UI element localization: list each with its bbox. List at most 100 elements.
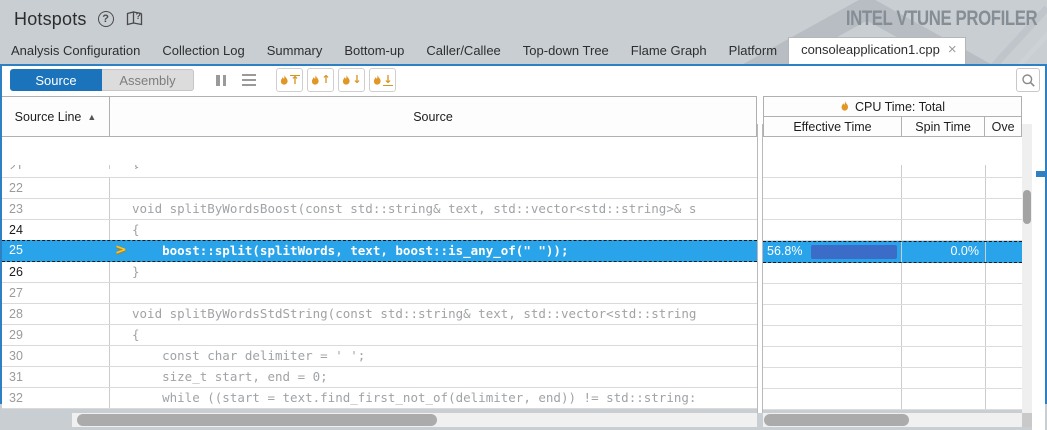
assembly-view-button[interactable]: Assembly (102, 69, 194, 91)
line-number: 32 (2, 388, 110, 408)
overhead-time-cell (986, 368, 1022, 388)
cpu-time-row[interactable] (763, 368, 1022, 389)
overhead-time-cell (986, 347, 1022, 367)
cpu-time-row[interactable] (763, 263, 1022, 284)
result-tab-bar: Analysis ConfigurationCollection LogSumm… (0, 38, 1047, 64)
guide-book-icon[interactable]: ? (125, 10, 144, 28)
list-options-icon[interactable] (242, 74, 256, 87)
flame-icon (310, 74, 321, 87)
effective-time-cell (763, 389, 902, 409)
table-row[interactable]: 22 (2, 178, 757, 199)
tab-collection-log[interactable]: Collection Log (151, 38, 255, 64)
source-code-cell: } (110, 165, 757, 169)
table-row[interactable]: 24{ (2, 220, 757, 240)
source-horizontal-scrollbar[interactable] (72, 413, 757, 427)
tab-caller-callee[interactable]: Caller/Callee (415, 38, 511, 64)
hotspot-nav-last-button[interactable]: ↓ (369, 68, 396, 92)
overhead-time-column-header[interactable]: Ove (985, 117, 1021, 136)
overhead-time-cell (986, 220, 1022, 240)
search-button[interactable] (1016, 68, 1040, 92)
cpu-time-row[interactable]: 56.8% 0.0% (763, 241, 1022, 263)
effective-time-cell (763, 220, 902, 240)
overhead-time-cell (986, 326, 1022, 346)
title-bar: Hotspots ? ? INTEL VTUNE PROFILER (0, 0, 1047, 38)
tab-flame-graph[interactable]: Flame Graph (620, 38, 718, 64)
tab-platform[interactable]: Platform (718, 38, 788, 64)
line-number: 28 (2, 304, 110, 324)
source-code-cell: const char delimiter = ' '; (110, 346, 757, 366)
cpu-time-row[interactable] (763, 326, 1022, 347)
spin-time-cell: 0.0% (902, 242, 986, 262)
help-icon[interactable]: ? (98, 11, 114, 27)
view-toggle: Source Assembly (10, 69, 194, 91)
table-row[interactable]: 32 while ((start = text.find_first_not_o… (2, 388, 757, 409)
cpu-time-row[interactable] (763, 220, 1022, 241)
hotspot-nav-prev-button[interactable]: ↑ (307, 68, 334, 92)
cpu-time-row[interactable] (763, 284, 1022, 305)
spin-time-cell (902, 284, 986, 304)
table-row[interactable]: 26} (2, 262, 757, 283)
page-title: Hotspots (14, 9, 87, 30)
table-row[interactable]: 23void splitByWordsBoost(const std::stri… (2, 199, 757, 220)
intel-vtune-profiler-logo: INTEL VTUNE PROFILER (846, 7, 1037, 31)
scrollbar-corner (1022, 413, 1032, 427)
table-row[interactable]: 25> boost::split(splitWords, text, boost… (2, 240, 757, 262)
source-code-cell: size_t start, end = 0; (110, 367, 757, 387)
panel-horizontal-scrollbar[interactable] (763, 413, 1022, 427)
source-code-cell: } (110, 262, 757, 282)
table-row[interactable]: 30 const char delimiter = ' '; (2, 346, 757, 367)
cpu-time-row[interactable] (763, 178, 1022, 199)
cpu-time-row[interactable] (763, 347, 1022, 368)
table-row[interactable]: 31 size_t start, end = 0; (2, 367, 757, 388)
overhead-time-cell (986, 242, 1022, 262)
flame-icon (840, 100, 850, 113)
line-number: 21 (2, 165, 110, 169)
effective-time-column-header[interactable]: Effective Time (764, 117, 902, 136)
arrow-down-to-bottom-icon: ↓ (383, 75, 392, 86)
tab-analysis-configuration[interactable]: Analysis Configuration (0, 38, 151, 64)
table-row[interactable]: 29{ (2, 325, 757, 346)
spin-time-cell (902, 165, 986, 177)
cpu-time-row[interactable] (763, 389, 1022, 410)
source-code-cell: void splitByWordsStdString(const std::st… (110, 304, 757, 324)
source-code-cell (110, 178, 757, 198)
table-row[interactable]: 27 (2, 283, 757, 304)
close-icon[interactable]: × (948, 45, 957, 55)
spin-time-column-header[interactable]: Spin Time (902, 117, 985, 136)
spin-time-cell (902, 389, 986, 409)
line-number: 30 (2, 346, 110, 366)
hotspot-nav-first-button[interactable]: ↑ (276, 68, 303, 92)
current-line-arrow-icon: > (115, 241, 127, 260)
spin-time-cell (902, 368, 986, 388)
cpu-time-row[interactable] (763, 165, 1022, 178)
tab-consoleapplication1-cpp[interactable]: consoleapplication1.cpp× (788, 37, 966, 64)
source-horizontal-scrollbar-thumb[interactable] (77, 414, 437, 426)
right-gutter (1032, 94, 1045, 430)
effective-time-value: 56.8% (763, 244, 802, 258)
table-row[interactable]: 28void splitByWordsStdString(const std::… (2, 304, 757, 325)
source-column-header[interactable]: Source (110, 96, 757, 137)
cpu-time-rows: 56.8% 0.0% (763, 165, 1022, 413)
effective-time-cell (763, 199, 902, 219)
spin-time-cell (902, 347, 986, 367)
pause-icon[interactable] (216, 75, 226, 86)
cpu-time-row[interactable] (763, 199, 1022, 220)
source-line-column-header[interactable]: Source Line ▲ (2, 96, 110, 137)
source-view-button[interactable]: Source (10, 69, 102, 91)
effective-time-cell: 56.8% (763, 242, 902, 262)
line-number: 24 (2, 220, 110, 240)
tab-bottom-up[interactable]: Bottom-up (333, 38, 415, 64)
table-row[interactable]: 21} (2, 165, 757, 178)
tab-summary[interactable]: Summary (256, 38, 334, 64)
panel-horizontal-scrollbar-thumb[interactable] (764, 414, 909, 426)
vertical-scrollbar[interactable] (1022, 124, 1032, 413)
vertical-scrollbar-thumb[interactable] (1023, 190, 1031, 224)
cpu-time-total-group-header[interactable]: CPU Time: Total (763, 96, 1022, 117)
arrow-up-to-top-icon: ↑ (290, 75, 299, 86)
flame-icon (341, 74, 352, 87)
hotspot-nav-next-button[interactable]: ↓ (338, 68, 365, 92)
spin-time-value: 0.0% (902, 242, 985, 261)
tab-top-down-tree[interactable]: Top-down Tree (512, 38, 620, 64)
source-grid: Source Line ▲ Source CPU Time: Total Eff… (2, 94, 1045, 402)
cpu-time-row[interactable] (763, 305, 1022, 326)
